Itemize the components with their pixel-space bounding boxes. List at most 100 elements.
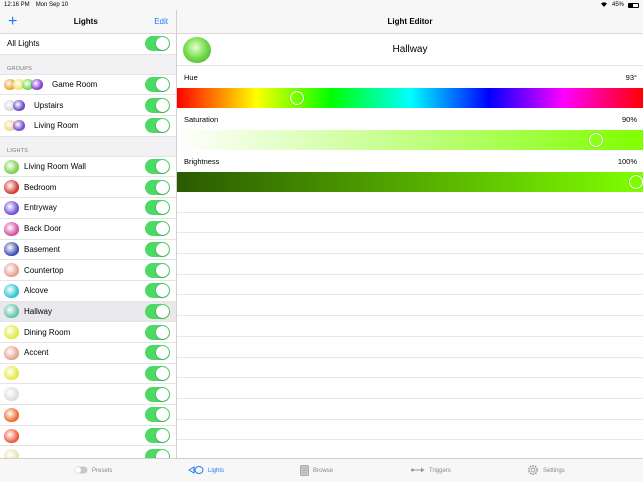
light-toggle[interactable] (145, 386, 170, 402)
light-row[interactable]: Accent (0, 343, 176, 364)
light-bulb-icon (4, 325, 19, 340)
light-bulb-icon (4, 407, 19, 422)
group-toggle[interactable] (145, 118, 170, 134)
add-button[interactable]: + (8, 13, 17, 30)
light-row[interactable]: Bedroom (0, 177, 176, 199)
group-row[interactable]: Game Room (0, 75, 176, 96)
group-label: Living Room (34, 121, 79, 131)
light-row[interactable]: Hallway (0, 301, 176, 323)
battery-percentage: 45% (611, 2, 624, 8)
light-bulb-icon (4, 159, 19, 174)
light-editor-panel: Light Editor Hallway Hue 93° Saturation … (177, 10, 643, 458)
light-toggle[interactable] (145, 262, 170, 278)
tab-browse-label: Browse (313, 468, 334, 474)
light-bulb-icon (4, 180, 19, 195)
light-label: Bedroom (24, 182, 57, 192)
group-bulbs-icon (4, 99, 25, 111)
light-label: Countertop (24, 265, 64, 275)
hue-label: Hue (184, 72, 198, 82)
saturation-slider[interactable] (177, 130, 643, 150)
light-toggle[interactable] (145, 159, 170, 175)
hue-slider[interactable] (177, 88, 643, 108)
light-bulb-icon (4, 200, 19, 215)
light-toggle[interactable] (145, 179, 170, 195)
light-toggle[interactable] (145, 407, 170, 423)
light-label: Accent (24, 348, 49, 358)
tab-lights[interactable]: Lights (188, 459, 224, 483)
light-toggle[interactable] (145, 303, 170, 319)
saturation-slider-thumb[interactable] (589, 133, 604, 147)
groups-list: Game Room Upstairs Living Room (0, 75, 176, 137)
light-row[interactable]: Entryway (0, 198, 176, 219)
groups-header: GROUPS (0, 54, 176, 75)
brightness-slider-thumb[interactable] (629, 175, 643, 189)
light-bulb-icon (4, 345, 19, 360)
all-lights-row[interactable]: All Lights (0, 34, 176, 55)
light-label: Basement (24, 244, 61, 254)
edit-button[interactable]: Edit (154, 17, 168, 26)
light-row[interactable] (0, 426, 176, 447)
light-row[interactable]: Living Room Wall (0, 157, 176, 178)
light-toggle[interactable] (145, 365, 170, 381)
group-label: Game Room (52, 80, 98, 90)
lights-title: Lights (73, 17, 98, 26)
light-row[interactable]: Basement (0, 240, 176, 261)
brightness-control: Brightness 100% (177, 150, 643, 192)
gear-icon (527, 464, 539, 478)
hue-slider-thumb[interactable] (290, 91, 305, 105)
light-row[interactable] (0, 384, 176, 405)
group-label: Upstairs (34, 100, 64, 110)
light-toggle[interactable] (145, 283, 170, 299)
light-bulb-icon (4, 263, 19, 278)
status-date: Mon Sep 10 (35, 2, 69, 8)
tab-settings[interactable]: Settings (527, 459, 565, 483)
presets-toggle-icon (74, 466, 88, 476)
light-bulb-icon (4, 449, 19, 458)
light-toggle[interactable] (145, 428, 170, 444)
editor-header: Hallway (177, 34, 643, 66)
lights-header: LIGHTS (0, 136, 176, 157)
tab-browse[interactable]: Browse (300, 459, 333, 483)
status-bar: 12:16 PM Mon Sep 10 45% (0, 0, 643, 10)
light-row[interactable] (0, 446, 176, 458)
light-row[interactable]: Alcove (0, 281, 176, 302)
tab-presets-label: Presets (92, 468, 113, 474)
tab-settings-label: Settings (543, 468, 565, 474)
light-row[interactable] (0, 364, 176, 385)
wifi-icon (600, 1, 608, 9)
group-row[interactable]: Living Room (0, 116, 176, 137)
editor-empty-rows (177, 192, 643, 441)
tab-triggers-label: Triggers (429, 468, 451, 474)
light-bulb-icon (4, 221, 19, 236)
light-row[interactable]: Countertop (0, 260, 176, 281)
light-row[interactable]: Back Door (0, 219, 176, 240)
light-label: Dining Room (24, 327, 71, 337)
light-toggle[interactable] (145, 221, 170, 237)
light-toggle[interactable] (145, 448, 170, 458)
lights-panel: + Lights Edit All Lights GROUPS Game Roo… (0, 10, 177, 458)
light-row[interactable] (0, 405, 176, 426)
tab-presets[interactable]: Presets (74, 459, 112, 483)
group-toggle[interactable] (145, 97, 170, 113)
group-row[interactable]: Upstairs (0, 95, 176, 117)
lights-icon (188, 465, 204, 477)
tab-bar: Presets Lights Browse Triggers Settings (0, 458, 643, 482)
light-label: Living Room Wall (24, 162, 86, 172)
light-bulb-icon (4, 304, 19, 319)
light-toggle[interactable] (145, 200, 170, 216)
brightness-slider[interactable] (177, 172, 643, 192)
saturation-control: Saturation 90% (177, 108, 643, 150)
tab-triggers[interactable]: Triggers (411, 459, 451, 483)
brightness-label: Brightness (184, 156, 220, 166)
all-lights-toggle[interactable] (145, 36, 170, 52)
light-bulb-icon (4, 428, 19, 443)
light-label: Hallway (24, 306, 53, 316)
saturation-value: 90% (621, 114, 637, 124)
light-toggle[interactable] (145, 324, 170, 340)
group-toggle[interactable] (145, 77, 170, 93)
light-toggle[interactable] (145, 345, 170, 361)
light-bulb-icon (4, 366, 19, 381)
light-toggle[interactable] (145, 241, 170, 257)
light-row[interactable]: Dining Room (0, 322, 176, 343)
light-label: Alcove (24, 286, 49, 296)
